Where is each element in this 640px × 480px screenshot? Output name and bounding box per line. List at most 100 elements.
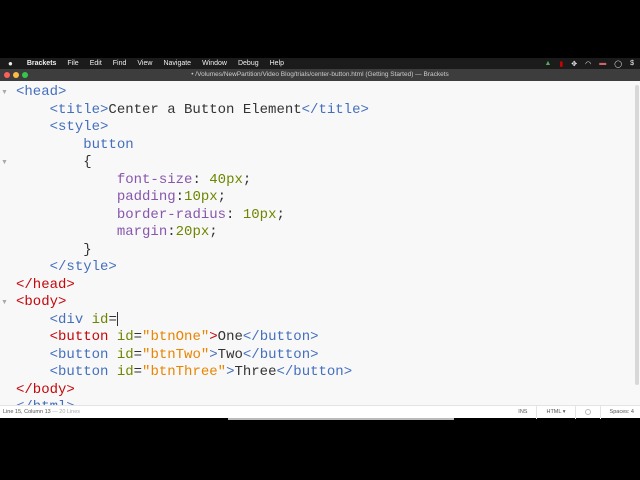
fold-arrow-icon[interactable]: ▼ [1, 299, 8, 306]
code-token-txt: } [16, 241, 92, 258]
clock-icon[interactable]: ◯ [614, 60, 622, 68]
code-token-attr: id [91, 311, 109, 328]
code-token-txt: ; [209, 224, 218, 240]
menu-window[interactable]: Window [202, 60, 227, 67]
code-line[interactable]: button [16, 137, 369, 155]
status-tray: ▲ ▮ ✥ ◠ ▬ ◯ $ [544, 58, 634, 69]
volume-icon[interactable]: $ [630, 60, 634, 67]
battery-icon[interactable]: ▮ [559, 60, 563, 68]
code-token-txt: ; [217, 189, 227, 205]
code-token-err: </head> [16, 276, 75, 293]
menu-debug[interactable]: Debug [238, 60, 259, 67]
code-token-err: </body> [16, 381, 75, 398]
apple-menu-icon[interactable]: ● [8, 59, 13, 68]
code-token-txt: = [133, 346, 143, 363]
code-token-tag: <style> [49, 119, 109, 135]
code-token-err: > [209, 329, 218, 345]
fold-arrow-icon[interactable]: ▼ [1, 89, 8, 96]
code-token-txt: = [108, 311, 117, 328]
code-token-prop: padding [116, 189, 176, 205]
code-line[interactable]: <style> [16, 119, 369, 137]
cursor-position: Line 15, Column 13 [3, 409, 51, 415]
code-token-txt: = [133, 329, 143, 345]
menu-navigate[interactable]: Navigate [163, 60, 191, 67]
code-line[interactable]: </head> [16, 277, 369, 295]
language-select[interactable]: HTML ▾ [546, 409, 565, 415]
code-token-tag: <button [49, 346, 117, 363]
code-token-txt: ; [242, 171, 252, 188]
code-editor[interactable]: ▼ ▼ ▼ <head> <title>Center a Button Elemen… [0, 81, 640, 405]
code-token-prop: margin [116, 224, 168, 240]
code-line[interactable]: <button id="btnOne">One</button> [16, 329, 369, 347]
code-line[interactable]: padding:10px; [16, 189, 369, 207]
code-line[interactable]: { [16, 154, 369, 172]
code-token-txt: Three [234, 364, 277, 380]
menu-view[interactable]: View [137, 60, 152, 67]
code-line[interactable]: border-radius: 10px; [16, 207, 369, 225]
code-token-attr: id [116, 346, 134, 363]
line-count: — 20 Lines [50, 409, 81, 415]
code-line[interactable]: </style> [16, 259, 369, 277]
code-token-txt: Two [217, 346, 243, 363]
indent-setting[interactable]: Spaces: 4 [610, 409, 634, 415]
code-token-txt: : [175, 189, 185, 205]
insert-mode-toggle[interactable]: INS [518, 409, 527, 415]
code-token-tag: button [83, 136, 134, 153]
code-token-txt: Center a Button Element [108, 101, 302, 118]
horizontal-scrollbar[interactable] [228, 418, 454, 420]
code-line[interactable]: <button id="btnThree">Three</button> [16, 364, 369, 382]
code-line[interactable]: <head> [16, 84, 369, 102]
code-token-txt: One [217, 329, 243, 345]
menu-edit[interactable]: Edit [90, 60, 102, 67]
fold-arrow-icon[interactable]: ▼ [1, 159, 8, 166]
code-token-prop: border-radius [116, 206, 227, 223]
vertical-scrollbar[interactable] [635, 85, 639, 385]
code-line[interactable]: </body> [16, 382, 369, 400]
code-token-txt: : [167, 224, 176, 240]
code-token-num: 40px [209, 171, 243, 188]
code-line[interactable]: <title>Center a Button Element</title> [16, 102, 369, 120]
code-token-prop: font-size [116, 171, 193, 188]
code-line[interactable]: <div id= [16, 312, 369, 330]
menu-help[interactable]: Help [270, 60, 284, 67]
code-line[interactable]: } [16, 242, 369, 260]
window-titlebar: • /Volumes/NewPartition/Video Blog/trial… [0, 69, 640, 81]
code-content[interactable]: <head> <title>Center a Button Element</t… [16, 84, 369, 405]
code-line[interactable]: font-size: 40px; [16, 172, 369, 190]
text-cursor [116, 311, 118, 326]
code-token-tag: <head> [16, 84, 67, 100]
code-token-tag: </button> [242, 329, 319, 345]
code-token-tag: </button> [242, 346, 319, 363]
code-token-err: <button [49, 329, 117, 345]
flag-icon[interactable]: ▬ [599, 60, 606, 67]
linter-status-icon[interactable] [584, 409, 591, 415]
code-token-tag: > [209, 346, 218, 363]
divider [599, 405, 601, 419]
code-token-txt: = [133, 364, 143, 380]
window-title: • /Volumes/NewPartition/Video Blog/trial… [191, 71, 449, 78]
menu-file[interactable]: File [67, 60, 78, 67]
wifi-icon[interactable]: ◠ [585, 60, 591, 68]
code-token-tag: </title> [301, 101, 369, 118]
code-token-tag: <title> [49, 101, 109, 118]
code-token-num: 10px [242, 206, 277, 223]
code-line[interactable]: margin:20px; [16, 224, 369, 242]
code-token-txt: : [192, 171, 210, 188]
dropbox-icon[interactable]: ✥ [571, 60, 577, 68]
code-token-tag: <div [49, 311, 92, 328]
code-line[interactable]: <button id="btnTwo">Two</button> [16, 347, 369, 365]
code-line[interactable]: <body> [16, 294, 369, 312]
menu-find[interactable]: Find [113, 60, 127, 67]
code-token-tag: </style> [49, 259, 117, 275]
menu-app-brackets[interactable]: Brackets [27, 60, 57, 67]
cloud-icon[interactable]: ▲ [544, 60, 551, 67]
code-token-str: "btnTwo" [142, 346, 210, 363]
